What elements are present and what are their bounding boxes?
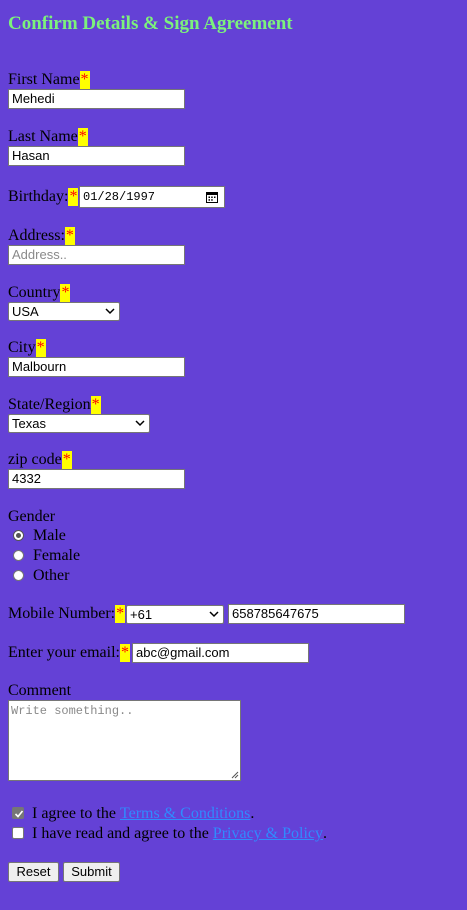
- birthday-date-input[interactable]: 01/28/1997: [79, 186, 225, 208]
- city-input[interactable]: Malbourn: [8, 357, 185, 377]
- privacy-checkbox[interactable]: [12, 827, 24, 839]
- gender-radio-male[interactable]: [13, 530, 24, 541]
- required-mark: *: [60, 284, 71, 302]
- country-select[interactable]: USA: [8, 302, 120, 321]
- checkmark-icon: [14, 810, 24, 818]
- country-label-row: Country*: [8, 284, 71, 302]
- required-mark: *: [79, 71, 90, 89]
- state-selected-value: Texas: [12, 416, 46, 431]
- zip-input[interactable]: 4332: [8, 469, 185, 489]
- zip-label-row: zip code*: [8, 451, 72, 469]
- country-selected-value: USA: [12, 304, 39, 319]
- address-label-row: Address:*: [8, 227, 75, 245]
- required-mark: *: [115, 605, 126, 623]
- gender-option-label: Female: [33, 547, 81, 564]
- chevron-down-icon: [135, 420, 145, 427]
- mobile-number-input[interactable]: 658785647675: [228, 604, 405, 624]
- comment-label-row: Comment: [8, 682, 71, 700]
- chevron-down-icon: [105, 308, 115, 315]
- required-mark: *: [35, 339, 46, 357]
- first-name-input[interactable]: Mehedi: [8, 89, 185, 109]
- state-label: State/Region: [8, 396, 91, 413]
- country-code-value: +61: [130, 607, 153, 622]
- country-code-select[interactable]: +61: [126, 605, 224, 624]
- calendar-icon[interactable]: [206, 191, 218, 203]
- comment-textarea[interactable]: Write something..: [8, 700, 241, 781]
- birthday-label: Birthday:: [8, 188, 69, 205]
- address-input[interactable]: Address..: [8, 245, 185, 265]
- terms-agreement-row: I agree to the Terms & Conditions.: [32, 805, 254, 823]
- state-label-row: State/Region*: [8, 396, 101, 414]
- address-label: Address:: [8, 227, 65, 244]
- birthday-label-row: Birthday:*: [8, 188, 79, 206]
- gender-radio-female[interactable]: [13, 550, 24, 561]
- first-name-label-row: First Name*: [8, 71, 90, 89]
- privacy-link[interactable]: Privacy & Policy: [213, 825, 323, 842]
- gender-radio-other[interactable]: [13, 570, 24, 581]
- chevron-down-icon: [209, 611, 219, 618]
- terms-suffix: .: [250, 805, 255, 822]
- submit-button[interactable]: Submit: [63, 862, 120, 882]
- privacy-suffix: .: [323, 825, 328, 842]
- state-select[interactable]: Texas: [8, 414, 150, 433]
- mobile-label: Mobile Number:: [8, 605, 116, 622]
- required-mark: *: [77, 128, 88, 146]
- country-label: Country: [8, 284, 61, 301]
- email-label-row: Enter your email:*: [8, 644, 130, 662]
- zip-label: zip code: [8, 451, 62, 468]
- last-name-input[interactable]: Hasan: [8, 146, 185, 166]
- city-label: City: [8, 339, 36, 356]
- gender-label-row: Gender: [8, 508, 55, 526]
- comment-label: Comment: [8, 682, 72, 699]
- gender-option-label: Other: [33, 567, 70, 584]
- page-title: Confirm Details & Sign Agreement: [8, 13, 293, 34]
- required-mark: *: [90, 396, 101, 414]
- gender-label: Gender: [8, 508, 56, 525]
- required-mark: *: [119, 644, 130, 662]
- comment-placeholder: Write something..: [11, 704, 134, 718]
- resize-grip-icon[interactable]: [231, 771, 239, 779]
- reset-button[interactable]: Reset: [8, 862, 59, 882]
- terms-link[interactable]: Terms & Conditions: [120, 805, 250, 822]
- city-label-row: City*: [8, 339, 46, 357]
- required-mark: *: [68, 188, 79, 206]
- last-name-label: Last Name: [8, 128, 78, 145]
- privacy-prefix: I have read and agree to the: [32, 825, 209, 842]
- terms-prefix: I agree to the: [32, 805, 116, 822]
- last-name-label-row: Last Name*: [8, 128, 88, 146]
- privacy-agreement-row: I have read and agree to the Privacy & P…: [32, 825, 327, 843]
- terms-checkbox[interactable]: [12, 807, 24, 819]
- required-mark: *: [64, 227, 75, 245]
- first-name-label: First Name: [8, 71, 80, 88]
- birthday-value: 01/28/1997: [83, 190, 156, 204]
- email-input[interactable]: abc@gmail.com: [132, 643, 309, 663]
- mobile-label-row: Mobile Number:*: [8, 605, 126, 623]
- gender-option-label: Male: [33, 527, 66, 544]
- required-mark: *: [61, 451, 72, 469]
- email-label: Enter your email:: [8, 644, 120, 661]
